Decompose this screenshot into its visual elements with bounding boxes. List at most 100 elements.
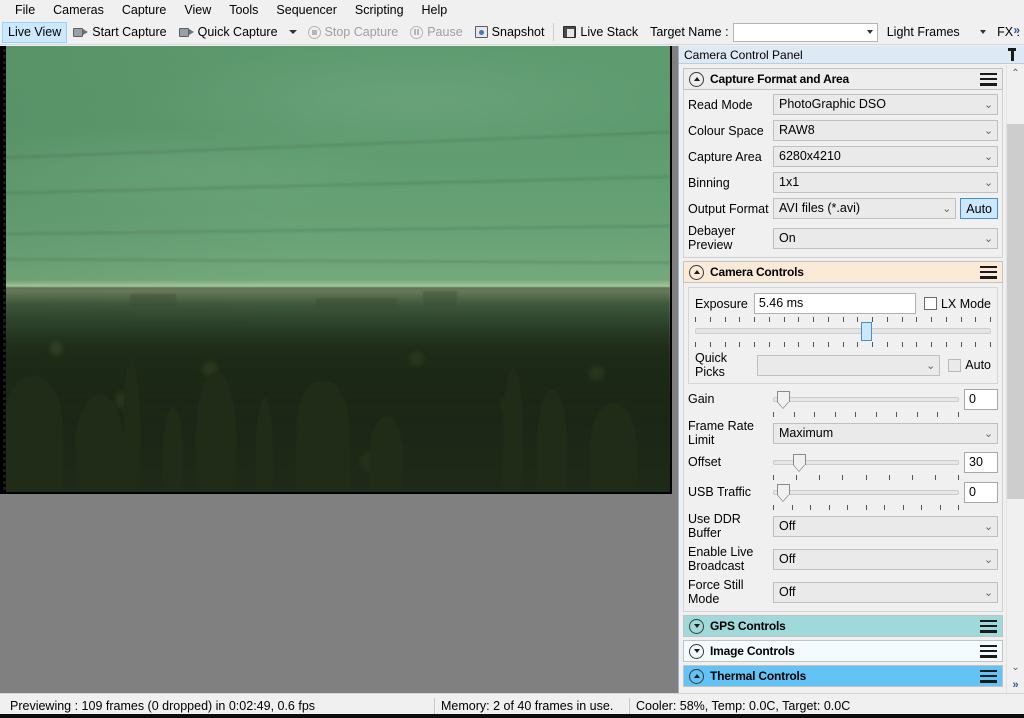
chevron-down-icon[interactable]: [689, 643, 704, 659]
exposure-auto-checkbox-wrap[interactable]: Auto: [948, 358, 991, 372]
chevron-up-icon[interactable]: [689, 71, 704, 87]
exposure-input[interactable]: 5.46 ms: [753, 293, 916, 314]
usb-traffic-slider-thumb[interactable]: [776, 484, 790, 502]
exposure-auto-checkbox[interactable]: [948, 358, 962, 372]
force-still-mode-combo[interactable]: Off ⌄: [773, 581, 998, 603]
capture-area-value: 6280x4210: [779, 149, 841, 163]
usb-traffic-slider-track[interactable]: [773, 490, 959, 495]
toolbar-overflow-icon[interactable]: »: [1013, 23, 1020, 37]
group-menu-icon[interactable]: [980, 265, 997, 279]
group-header-gps-controls[interactable]: GPS Controls: [683, 615, 1003, 637]
gain-value-input[interactable]: 0: [964, 389, 998, 410]
live-view-button[interactable]: Live View: [2, 21, 68, 43]
menu-item-capture[interactable]: Capture: [113, 0, 175, 20]
group-header-thermal-controls[interactable]: Thermal Controls: [683, 665, 1003, 687]
preview-image: [3, 46, 670, 492]
pause-button[interactable]: Pause: [404, 22, 468, 43]
panel-scrollbar[interactable]: ⌃ ⌄ »: [1006, 65, 1024, 693]
pause-label: Pause: [427, 24, 463, 39]
colour-space-combo[interactable]: RAW8 ⌄: [773, 120, 998, 141]
chevron-up-icon[interactable]: [689, 668, 704, 684]
frame-rate-limit-combo[interactable]: Maximum ⌄: [773, 422, 998, 444]
snapshot-button[interactable]: Snapshot: [469, 22, 551, 43]
menu-item-file[interactable]: File: [6, 0, 44, 20]
live-stack-button[interactable]: Live Stack: [557, 22, 644, 43]
quick-capture-button[interactable]: Quick Capture: [173, 22, 284, 43]
menu-item-scripting[interactable]: Scripting: [346, 0, 413, 20]
chevron-down-icon[interactable]: ⌄: [980, 150, 997, 163]
use-ddr-buffer-combo[interactable]: Off ⌄: [773, 515, 998, 537]
menu-item-view[interactable]: View: [175, 0, 220, 20]
exposure-slider-thumb[interactable]: [860, 322, 872, 341]
frame-rate-limit-value: Maximum: [779, 425, 834, 440]
group-menu-icon[interactable]: [980, 669, 997, 683]
lx-mode-checkbox-wrap[interactable]: LX Mode: [923, 297, 991, 311]
chevron-down-icon[interactable]: ⌄: [980, 176, 997, 189]
quick-capture-dropdown-icon[interactable]: [288, 30, 297, 34]
menu-item-tools[interactable]: Tools: [220, 0, 267, 20]
group-menu-icon[interactable]: [980, 619, 997, 633]
enable-live-broadcast-combo[interactable]: Off ⌄: [773, 548, 998, 570]
stop-capture-button[interactable]: Stop Capture: [302, 22, 405, 43]
chevron-down-icon[interactable]: [976, 24, 990, 41]
binning-combo[interactable]: 1x1 ⌄: [773, 172, 998, 193]
chevron-down-icon[interactable]: ⌄: [980, 427, 997, 440]
offset-slider-thumb[interactable]: [793, 454, 807, 472]
chevron-down-icon[interactable]: ⌄: [980, 586, 997, 599]
output-format-auto-button[interactable]: Auto: [960, 198, 998, 219]
chevron-up-icon[interactable]: [689, 264, 704, 280]
lx-mode-checkbox[interactable]: [923, 297, 937, 310]
chevron-down-icon[interactable]: ⌄: [922, 359, 939, 372]
menu-item-cameras[interactable]: Cameras: [44, 0, 113, 20]
usb-traffic-slider[interactable]: [773, 482, 959, 510]
frame-type-combo[interactable]: Light Frames: [881, 22, 992, 42]
group-image-controls: Image Controls: [683, 640, 1003, 662]
start-capture-button[interactable]: Start Capture: [67, 22, 172, 43]
chevron-down-icon[interactable]: ⌄: [980, 520, 997, 533]
gain-slider-track[interactable]: [773, 397, 959, 402]
chevron-down-icon[interactable]: [863, 24, 877, 41]
group-menu-icon[interactable]: [980, 72, 997, 86]
read-mode-combo[interactable]: PhotoGraphic DSO ⌄: [773, 94, 998, 115]
exposure-ticks-top: [695, 317, 991, 322]
scroll-up-icon[interactable]: ⌃: [1007, 65, 1024, 82]
stop-icon: [307, 25, 321, 39]
chevron-down-icon[interactable]: ⌄: [980, 553, 997, 566]
exposure-slider[interactable]: [695, 317, 991, 347]
row-force-still-mode: Force Still Mode Off ⌄: [688, 578, 998, 606]
group-header-image-controls[interactable]: Image Controls: [683, 640, 1003, 662]
offset-slider[interactable]: [773, 452, 959, 480]
menu-item-sequencer[interactable]: Sequencer: [267, 0, 345, 20]
offset-value-input[interactable]: 30: [964, 452, 998, 473]
group-header-capture-format[interactable]: Capture Format and Area: [683, 68, 1003, 90]
pin-icon[interactable]: [1006, 48, 1018, 62]
chevron-down-icon[interactable]: ⌄: [980, 124, 997, 137]
panel-overflow-icon[interactable]: »: [1007, 677, 1024, 693]
gain-slider[interactable]: [773, 389, 959, 417]
group-menu-icon[interactable]: [980, 644, 997, 658]
chevron-down-icon[interactable]: [689, 618, 704, 634]
group-header-camera-controls[interactable]: Camera Controls: [683, 261, 1003, 283]
toolbar-separator: [553, 23, 555, 41]
group-title: GPS Controls: [710, 619, 786, 633]
scroll-down-icon[interactable]: ⌄: [1007, 659, 1024, 676]
usb-traffic-value-input[interactable]: 0: [964, 482, 998, 503]
row-debayer-preview: Debayer Preview On ⌄: [688, 224, 998, 252]
chevron-down-icon[interactable]: ⌄: [938, 202, 955, 215]
debayer-preview-combo[interactable]: On ⌄: [773, 227, 998, 249]
tree-silhouette: [503, 367, 524, 492]
exposure-slider-track[interactable]: [695, 328, 991, 334]
chevron-down-icon[interactable]: ⌄: [980, 98, 997, 111]
gain-slider-thumb[interactable]: [776, 391, 790, 409]
chevron-down-icon[interactable]: ⌄: [980, 232, 997, 245]
quick-picks-combo[interactable]: ⌄: [757, 354, 941, 376]
capture-area-combo[interactable]: 6280x4210 ⌄: [773, 146, 998, 167]
scrollbar-track[interactable]: [1007, 82, 1024, 659]
menu-item-help[interactable]: Help: [413, 0, 457, 20]
live-view-area[interactable]: [0, 46, 678, 693]
frame-rate-limit-label: Frame Rate Limit: [688, 419, 754, 447]
target-name-combo[interactable]: [732, 22, 878, 42]
scrollbar-thumb[interactable]: [1007, 124, 1024, 499]
live-stack-label: Live Stack: [580, 24, 639, 39]
output-format-combo[interactable]: AVI files (*.avi) ⌄: [773, 198, 957, 219]
